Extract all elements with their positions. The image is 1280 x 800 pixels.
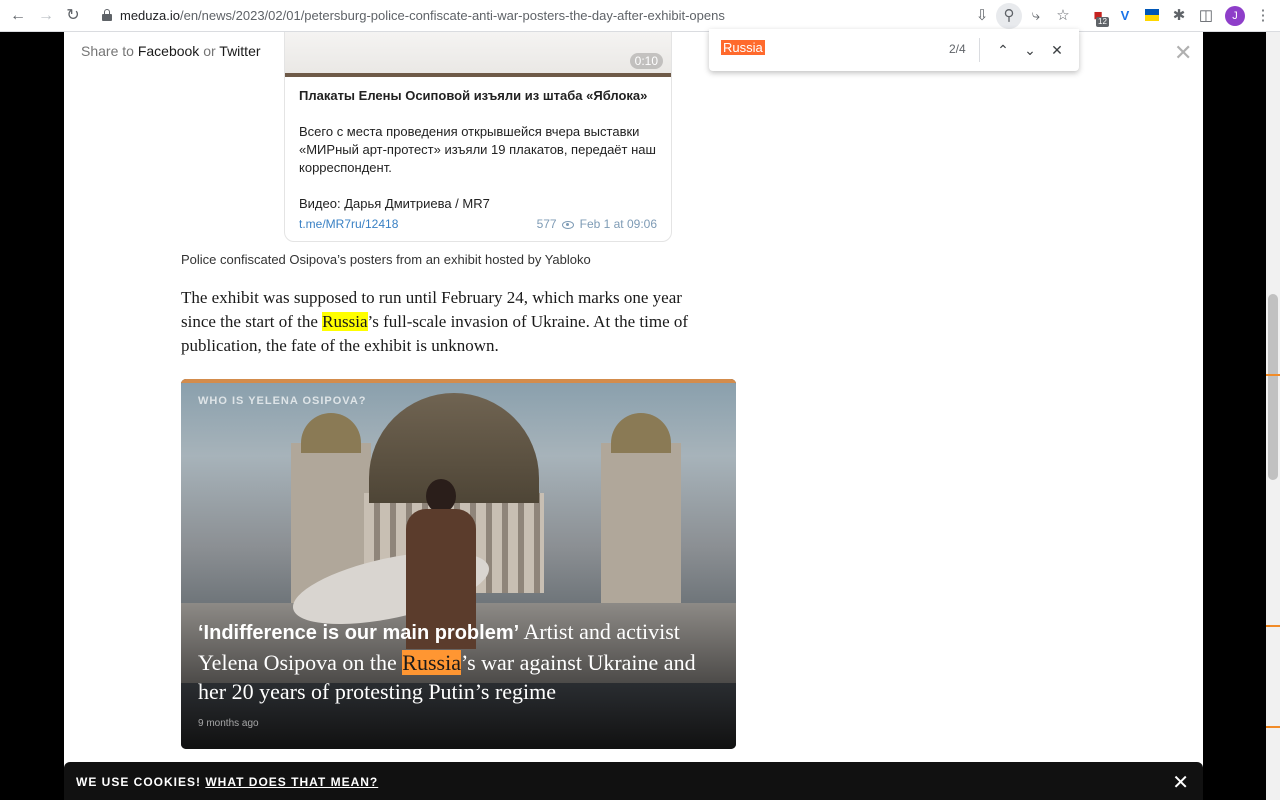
related-article-card[interactable]: WHO IS YELENA OSIPOVA? ‘Indifference is … xyxy=(181,379,736,749)
telegram-post-title: Плакаты Елены Осиповой изъяли из штаба «… xyxy=(299,88,648,103)
find-match-count: 2/4 xyxy=(949,42,966,56)
related-article-title[interactable]: ‘Indifference is our main problem’ Artis… xyxy=(198,617,723,706)
cookie-info-link[interactable]: WHAT DOES THAT MEAN? xyxy=(205,775,378,789)
forward-icon[interactable]: → xyxy=(36,6,56,26)
video-player[interactable]: 0:10 xyxy=(285,32,671,77)
menu-kebab-icon[interactable]: ⋮ xyxy=(1253,6,1273,26)
post-date: Feb 1 at 09:06 xyxy=(579,217,657,231)
side-panel-icon[interactable]: ◫ xyxy=(1196,6,1216,26)
find-bar: Russia 2/4 ⌃ ⌄ ✕ xyxy=(709,29,1079,71)
address-bar[interactable]: meduza.io/en/news/2023/02/01/petersburg-… xyxy=(94,3,1030,29)
embed-caption: Police confiscated Osipova’s posters fro… xyxy=(181,252,591,267)
share-bar: Share to Facebook or Twitter xyxy=(81,43,261,59)
url-text[interactable]: meduza.io/en/news/2023/02/01/petersburg-… xyxy=(120,8,725,23)
related-article-kicker: WHO IS YELENA OSIPOVA? xyxy=(198,395,367,407)
profile-avatar[interactable]: J xyxy=(1225,6,1245,26)
telegram-embed: 0:10 Плакаты Елены Осиповой изъяли из шт… xyxy=(284,32,672,242)
telegram-post-body: Всего с места проведения открывшейся вче… xyxy=(299,124,656,175)
find-close-icon[interactable]: ✕ xyxy=(1047,40,1067,60)
find-previous-chevron-up-icon[interactable]: ⌃ xyxy=(993,40,1013,60)
page-scrollbar[interactable] xyxy=(1266,32,1280,800)
cookie-close-icon[interactable]: ✕ xyxy=(1172,770,1189,795)
view-count: 577 xyxy=(536,217,557,231)
find-input[interactable]: Russia xyxy=(721,40,765,55)
cookie-message: WE USE COOKIES! xyxy=(76,775,202,789)
extension-v-icon[interactable]: V xyxy=(1115,6,1135,26)
video-duration: 0:10 xyxy=(629,53,663,69)
telegram-post-meta: 577 Feb 1 at 09:06 xyxy=(537,217,657,231)
browser-toolbar: ← → ↻ meduza.io/en/news/2023/02/01/peter… xyxy=(0,0,1280,32)
close-icon[interactable]: ✕ xyxy=(1174,40,1192,66)
telegram-post-link[interactable]: t.me/MR7ru/12418 xyxy=(299,217,398,231)
find-match-highlight: Russia xyxy=(322,312,368,331)
reload-icon[interactable]: ↻ xyxy=(63,6,83,26)
find-icon[interactable]: ⚲ xyxy=(996,3,1022,29)
extension-badge: 12 xyxy=(1096,17,1109,27)
eye-icon xyxy=(561,220,574,229)
related-article-time: 9 months ago xyxy=(198,718,259,729)
install-icon[interactable]: ⇩ xyxy=(972,6,992,26)
share-facebook-link[interactable]: Facebook xyxy=(138,43,199,59)
share-twitter-link[interactable]: Twitter xyxy=(219,43,260,59)
back-icon[interactable]: ← xyxy=(8,6,28,26)
bookmark-star-icon[interactable]: ☆ xyxy=(1053,6,1073,26)
cookie-banner: WE USE COOKIES! WHAT DOES THAT MEAN? ✕ xyxy=(64,762,1203,800)
ukraine-flag-icon[interactable] xyxy=(1145,9,1159,21)
article-paragraph: The exhibit was supposed to run until Fe… xyxy=(181,288,689,355)
find-next-chevron-down-icon[interactable]: ⌄ xyxy=(1020,40,1040,60)
telegram-post-credit: Видео: Дарья Дмитриева / MR7 xyxy=(299,196,490,211)
extensions-puzzle-icon[interactable]: ✱ xyxy=(1169,6,1189,26)
lock-icon[interactable] xyxy=(102,9,112,21)
page-content: Share to Facebook or Twitter ✕ 0:10 Плак… xyxy=(64,32,1203,800)
share-icon[interactable]: ⤷ xyxy=(1026,6,1046,26)
find-current-match-highlight: Russia xyxy=(402,650,461,675)
scrollbar-thumb[interactable] xyxy=(1268,294,1278,480)
